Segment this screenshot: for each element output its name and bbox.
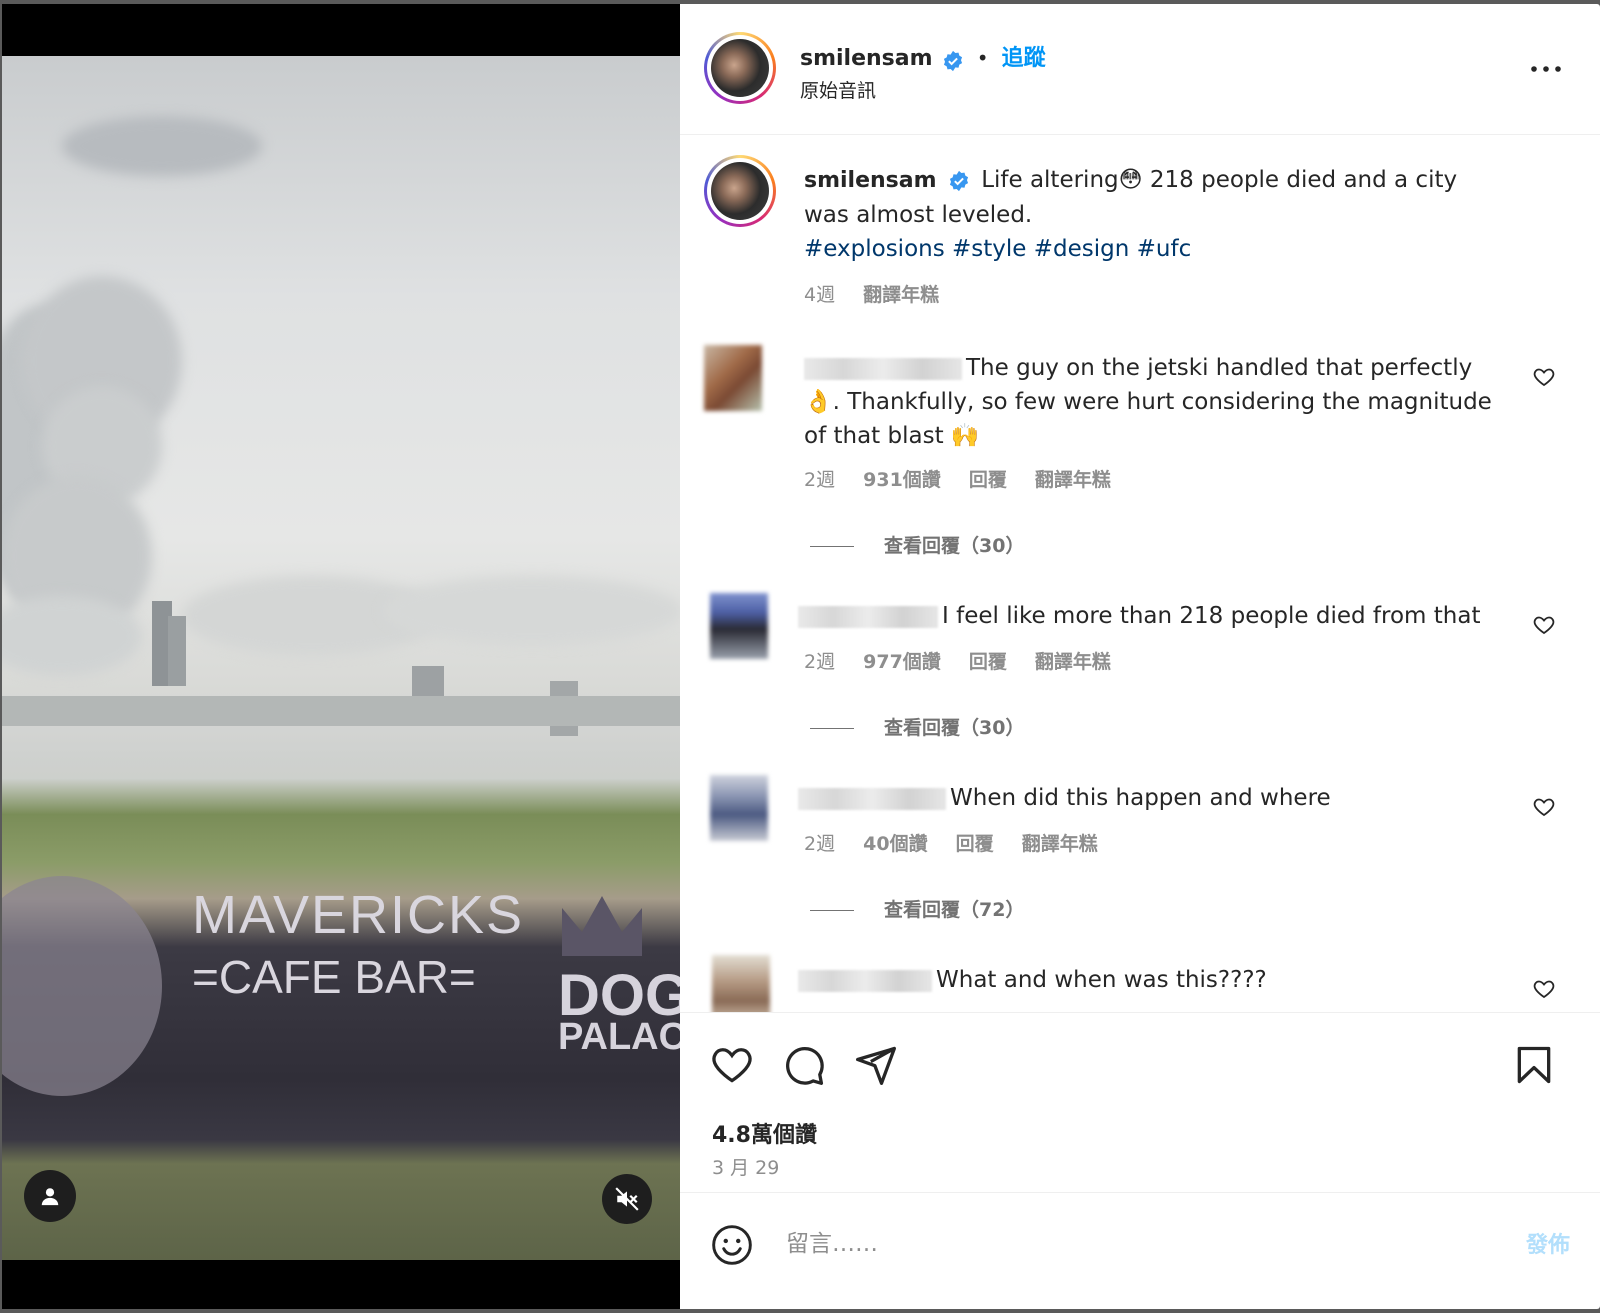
- caption-translate-button[interactable]: 翻譯年糕: [863, 284, 939, 306]
- commenter-avatar[interactable]: [712, 955, 770, 1013]
- view-replies-label: 查看回覆（30）: [884, 535, 1025, 557]
- view-replies-button[interactable]: 查看回覆（72）: [810, 895, 1024, 922]
- user-tag-icon: [41, 1188, 59, 1206]
- verified-icon: [943, 50, 962, 71]
- view-replies-label: 查看回覆（30）: [884, 717, 1025, 739]
- mute-button[interactable]: [602, 1174, 652, 1224]
- caption-avatar[interactable]: [704, 155, 776, 227]
- sign-main-text: MAVERICKS: [192, 885, 525, 945]
- view-replies-button[interactable]: 查看回覆（30）: [810, 713, 1024, 740]
- translate-button[interactable]: 翻譯年糕: [1035, 469, 1111, 491]
- tagged-users-button[interactable]: [24, 1170, 76, 1222]
- post-header: smilensam • 追蹤 原始音訊: [680, 4, 1600, 135]
- reply-button[interactable]: 回覆: [969, 651, 1007, 673]
- caption-username[interactable]: smilensam: [804, 168, 937, 193]
- reply-button[interactable]: 回覆: [969, 469, 1007, 491]
- reply-button[interactable]: 回覆: [956, 833, 994, 855]
- commenter-username[interactable]: [798, 787, 946, 810]
- view-replies-label: 查看回覆（72）: [884, 899, 1025, 921]
- comment-input[interactable]: [784, 1223, 1468, 1265]
- video-frame: [2, 56, 680, 1260]
- heart-icon[interactable]: [710, 1043, 754, 1087]
- post-modal: MAVERICKS =CAFE BAR= DOG PALACE s: [0, 0, 1600, 1313]
- video-player[interactable]: MAVERICKS =CAFE BAR= DOG PALACE: [2, 4, 680, 1309]
- view-replies-button[interactable]: 查看回覆（30）: [810, 531, 1024, 558]
- commenter-username[interactable]: [798, 969, 932, 992]
- audio-label[interactable]: 原始音訊: [800, 76, 876, 103]
- sign2-line2: PALACE: [558, 1016, 680, 1058]
- bookmark-icon[interactable]: [1512, 1043, 1556, 1087]
- comments-list[interactable]: smilensam Life altering😳 218 people died…: [680, 135, 1600, 1013]
- comment-icon[interactable]: [782, 1043, 826, 1087]
- follow-button[interactable]: 追蹤: [1002, 46, 1046, 71]
- share-icon[interactable]: [854, 1043, 898, 1087]
- emoji-icon[interactable]: [710, 1223, 754, 1267]
- more-options-button[interactable]: [1526, 54, 1566, 84]
- post-date[interactable]: 3 月 29: [712, 1153, 779, 1180]
- comment-age[interactable]: 2週: [804, 651, 835, 673]
- caption-hashtags[interactable]: #explosions #style #design #ufc: [804, 232, 1504, 266]
- comment-age[interactable]: 2週: [804, 833, 835, 855]
- sign-sub-text: =CAFE BAR=: [192, 951, 476, 1003]
- post-details-panel: smilensam • 追蹤 原始音訊 smilensam Life alter…: [680, 4, 1600, 1309]
- like-count[interactable]: 4.8萬個讚: [712, 1117, 817, 1149]
- commenter-avatar[interactable]: [710, 775, 768, 841]
- translate-button[interactable]: 翻譯年糕: [1022, 833, 1098, 855]
- separator-dot: •: [976, 46, 989, 70]
- commenter-avatar[interactable]: [710, 593, 768, 659]
- translate-button[interactable]: 翻譯年糕: [1035, 651, 1111, 673]
- comment-like-icon[interactable]: [1532, 365, 1556, 389]
- commenter-avatar[interactable]: [704, 345, 762, 411]
- comment-text: When did this happen and where: [950, 785, 1331, 811]
- comment-composer: 發佈: [680, 1192, 1600, 1310]
- author-avatar[interactable]: [704, 32, 776, 104]
- caption-age[interactable]: 4週: [804, 284, 835, 306]
- commenter-username[interactable]: [804, 357, 962, 380]
- comment-likes[interactable]: 977個讚: [863, 651, 941, 673]
- comment-likes[interactable]: 931個讚: [863, 469, 941, 491]
- more-options-icon: [1531, 66, 1561, 72]
- action-bar: 4.8萬個讚 3 月 29: [680, 1012, 1600, 1193]
- muted-speaker-icon: [615, 1187, 639, 1211]
- author-username[interactable]: smilensam: [800, 46, 933, 71]
- comment-text: I feel like more than 218 people died fr…: [942, 603, 1481, 629]
- comment-like-icon[interactable]: [1532, 795, 1556, 819]
- comment-like-icon[interactable]: [1532, 977, 1556, 1001]
- post-comment-button[interactable]: 發佈: [1526, 1227, 1570, 1259]
- comment-like-icon[interactable]: [1532, 613, 1556, 637]
- comment-likes[interactable]: 40個讚: [863, 833, 927, 855]
- comment-age[interactable]: 2週: [804, 469, 835, 491]
- comment-text: What and when was this????: [936, 967, 1267, 993]
- commenter-username[interactable]: [798, 605, 938, 628]
- verified-icon: [949, 170, 968, 191]
